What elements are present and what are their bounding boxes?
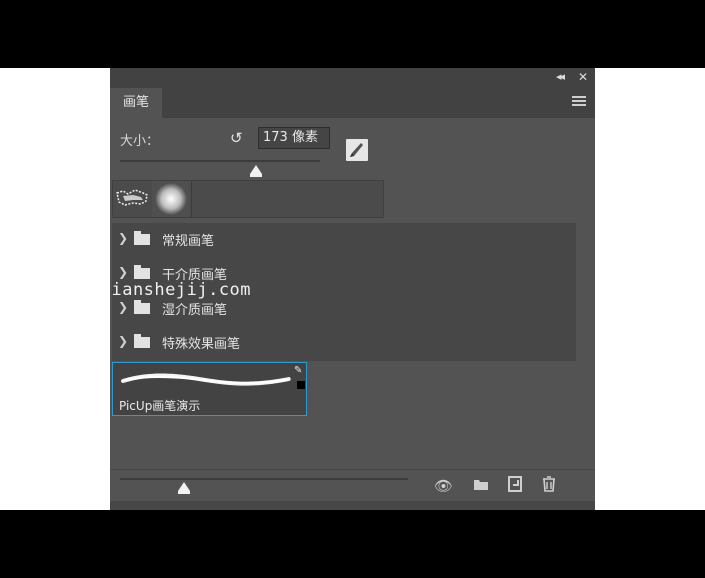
panel-titlebar: ◂◂ ✕ bbox=[110, 68, 595, 86]
chevron-right-icon[interactable]: ❯ bbox=[118, 265, 128, 279]
pen-icon: ✎ bbox=[294, 365, 303, 376]
delete-icon[interactable] bbox=[542, 476, 556, 492]
brush-color-swatch bbox=[297, 381, 305, 389]
chevron-right-icon[interactable]: ❯ bbox=[118, 300, 128, 314]
watermark-text: idianshejij.com bbox=[90, 280, 252, 300]
letterbox-bottom bbox=[0, 510, 705, 578]
folder-row-special-effects[interactable]: ❯ 特殊效果画笔 bbox=[112, 326, 576, 360]
chevron-right-icon[interactable]: ❯ bbox=[118, 334, 128, 348]
brush-edit-icon bbox=[350, 143, 363, 157]
size-input[interactable]: 173 像素 bbox=[258, 127, 330, 149]
toggle-brush-visibility-icon[interactable]: 👁 bbox=[434, 477, 453, 495]
folder-label: 特殊效果画笔 bbox=[162, 337, 241, 352]
thumbnail-size-slider-thumb[interactable] bbox=[178, 482, 190, 494]
texture-brush-icon bbox=[116, 189, 148, 206]
brush-stroke-preview bbox=[121, 373, 291, 386]
size-slider-track[interactable] bbox=[120, 160, 320, 162]
close-icon[interactable]: ✕ bbox=[578, 69, 588, 85]
folder-label: 湿介质画笔 bbox=[162, 303, 228, 318]
panel-tabbar: 画笔 bbox=[110, 86, 595, 118]
brush-preset-picup[interactable]: ✎ PicUp画笔演示 bbox=[112, 362, 307, 416]
folder-row-general[interactable]: ❯ 常规画笔 bbox=[112, 223, 576, 257]
recent-brushes-strip bbox=[112, 180, 384, 218]
recent-brush-texture[interactable] bbox=[113, 181, 151, 217]
folder-icon bbox=[134, 334, 150, 348]
size-slider-thumb[interactable] bbox=[250, 165, 262, 177]
folder-icon bbox=[134, 300, 150, 314]
chevron-right-icon[interactable]: ❯ bbox=[118, 231, 128, 245]
panel-footer bbox=[110, 501, 595, 510]
thumbnail-size-slider-track[interactable] bbox=[120, 478, 408, 480]
bottom-separator bbox=[110, 469, 595, 470]
recent-brush-soft-round[interactable] bbox=[152, 181, 190, 217]
folder-icon bbox=[134, 231, 150, 245]
double-chevron-left-icon[interactable]: ◂◂ bbox=[556, 69, 565, 85]
size-label: 大小： bbox=[120, 134, 160, 149]
new-brush-icon[interactable] bbox=[508, 476, 522, 492]
tab-brushes[interactable]: 画笔 bbox=[110, 88, 162, 118]
soft-round-brush-icon bbox=[155, 183, 187, 215]
letterbox-top bbox=[0, 0, 705, 68]
preset-label: PicUp画笔演示 bbox=[119, 399, 201, 413]
hamburger-menu-icon[interactable] bbox=[572, 96, 586, 106]
tile-divider bbox=[191, 181, 192, 217]
reset-size-icon[interactable]: ↺ bbox=[230, 129, 243, 147]
folder-icon bbox=[134, 265, 150, 279]
folder-label: 常规画笔 bbox=[162, 234, 215, 249]
brush-settings-button[interactable] bbox=[346, 139, 368, 161]
new-group-icon[interactable] bbox=[473, 477, 489, 491]
